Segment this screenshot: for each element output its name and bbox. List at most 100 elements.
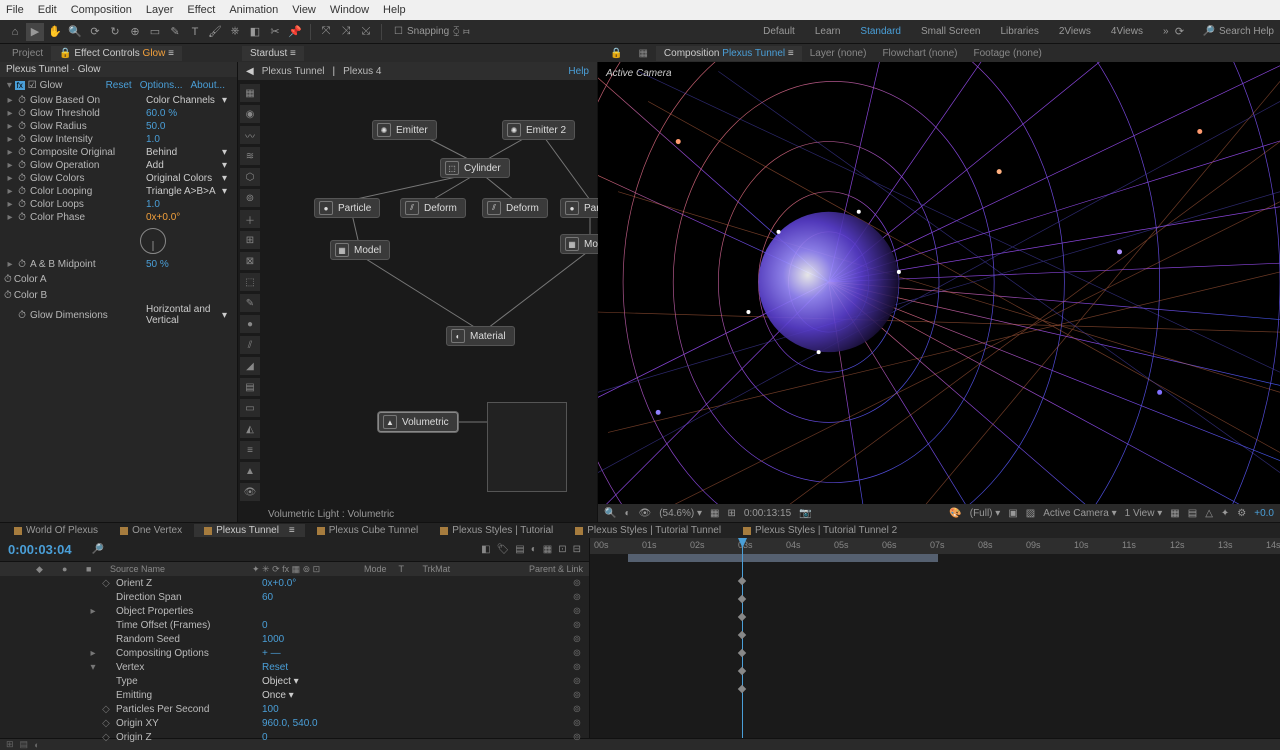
twirl-icon[interactable]: ▸ xyxy=(4,212,16,223)
stopwatch-icon[interactable]: ⏱ xyxy=(16,95,28,106)
breadcrumb-root[interactable]: Plexus Tunnel xyxy=(262,66,325,77)
timeline-property-row[interactable]: ◇Origin XY960.0, 540.0⊚ xyxy=(0,716,589,730)
workspace-4views[interactable]: 4Views xyxy=(1111,26,1143,37)
workspace-2views[interactable]: 2Views xyxy=(1059,26,1091,37)
keyframe-icon[interactable] xyxy=(738,613,746,621)
twirl-icon[interactable]: ▸ xyxy=(4,160,16,171)
stopwatch-icon[interactable]: ⏱ xyxy=(4,290,12,301)
text-tool-icon[interactable]: T xyxy=(186,23,204,41)
timeline-property-row[interactable]: Random Seed1000⊚ xyxy=(0,632,589,646)
tl-tool-icon[interactable]: ⊟ xyxy=(573,544,581,555)
keyframe-icon[interactable] xyxy=(738,577,746,585)
timeline-property-row[interactable]: EmittingOnce ▾⊚ xyxy=(0,688,589,702)
stopwatch-icon[interactable]: ⏱ xyxy=(4,274,12,285)
tl-tool-icon[interactable]: ▦ xyxy=(543,544,552,555)
col-trkmat[interactable]: TrkMat xyxy=(423,564,451,574)
puppet-tool-icon[interactable]: 📌 xyxy=(286,23,304,41)
rect-tool-icon[interactable]: ▭ xyxy=(146,23,164,41)
time-ruler[interactable]: 00s01s02s03s04s05s06s07s08s09s10s11s12s1… xyxy=(590,538,1280,554)
panel-tool-icon[interactable]: ⊞ xyxy=(240,231,260,249)
parent-pickwhip-icon[interactable]: ⊚ xyxy=(571,648,583,659)
panel-tool-icon[interactable]: ◭ xyxy=(240,420,260,438)
parent-pickwhip-icon[interactable]: ⊚ xyxy=(571,662,583,673)
workspace-standard[interactable]: Standard xyxy=(860,26,901,37)
col-source-name[interactable]: Source Name xyxy=(110,564,240,574)
twirl-icon[interactable]: ▸ xyxy=(4,173,16,184)
work-area-bar[interactable] xyxy=(628,554,938,562)
panel-tool-icon[interactable]: ▤ xyxy=(240,378,260,396)
prop-value[interactable]: 1.0 xyxy=(146,199,233,210)
zoom-tool-icon[interactable]: 🔍 xyxy=(66,23,84,41)
timeline-tab[interactable]: Plexus Styles | Tutorial Tunnel xyxy=(565,524,731,537)
twirl-icon[interactable]: ▸ xyxy=(4,134,16,145)
parent-pickwhip-icon[interactable]: ⊚ xyxy=(571,592,583,603)
stopwatch-icon[interactable]: ⏱ xyxy=(16,310,28,321)
phase-dial-icon[interactable] xyxy=(140,228,166,254)
tl-tool-icon[interactable]: ◧ xyxy=(481,544,490,555)
prop-value[interactable]: 50 % xyxy=(146,259,233,270)
twirl-icon[interactable]: ▸ xyxy=(4,147,16,158)
timeline-property-row[interactable]: Time Offset (Frames)0⊚ xyxy=(0,618,589,632)
panel-menu-icon[interactable]: ≡ xyxy=(788,48,794,59)
dropdown[interactable]: Original Colors▾ xyxy=(146,173,233,184)
twirl-icon[interactable]: ▸ xyxy=(86,606,100,617)
dropdown[interactable]: Behind▾ xyxy=(146,147,233,158)
effect-enable-checkbox[interactable]: ☑ xyxy=(27,80,38,91)
stopwatch-icon[interactable]: ⏱ xyxy=(16,186,28,197)
stopwatch-icon[interactable]: ⏱ xyxy=(16,160,28,171)
tab-effect-controls[interactable]: 🔒 Effect Controls Glow ≡ xyxy=(51,46,182,61)
prop-value[interactable]: 1.0 xyxy=(146,134,233,145)
tab-stardust[interactable]: Stardust ≡ xyxy=(242,46,304,61)
timeline-property-row[interactable]: ▾VertexReset⊚ xyxy=(0,660,589,674)
view-opt-icon[interactable]: ✦ xyxy=(1221,508,1229,519)
panel-tool-icon[interactable]: ● xyxy=(240,315,260,333)
parent-pickwhip-icon[interactable]: ⊚ xyxy=(571,704,583,715)
panel-tool-icon[interactable]: ≡ xyxy=(240,441,260,459)
snapshot-icon[interactable]: 📷 xyxy=(799,508,811,519)
dropdown[interactable]: Triangle A>B>A▾ xyxy=(146,186,233,197)
keyframe-icon[interactable] xyxy=(738,649,746,657)
keyframe-nav-icon[interactable]: ◇ xyxy=(100,578,112,589)
prop-dropdown[interactable]: Object ▾ xyxy=(262,676,352,687)
prop-value[interactable]: 100 xyxy=(262,704,352,715)
region-icon[interactable]: ▣ xyxy=(1008,508,1017,519)
dropdown[interactable]: Add▾ xyxy=(146,160,233,171)
prop-value[interactable]: 0 xyxy=(262,732,352,743)
color-mgmt-icon[interactable]: 🎨 xyxy=(949,508,961,519)
exposure-value[interactable]: +0.0 xyxy=(1254,508,1274,519)
link-options[interactable]: Options... xyxy=(140,80,183,91)
tl-tool-icon[interactable]: ▤ xyxy=(515,544,524,555)
parent-pickwhip-icon[interactable]: ⊚ xyxy=(571,690,583,701)
panel-tool-icon[interactable]: ⊠ xyxy=(240,252,260,270)
timeline-property-row[interactable]: ◇Particles Per Second100⊚ xyxy=(0,702,589,716)
axis-local-icon[interactable]: ⤧ xyxy=(317,23,335,41)
node-material[interactable]: ◐Material xyxy=(446,326,515,346)
prop-value[interactable]: 0 xyxy=(262,620,352,631)
axis-world-icon[interactable]: ⤨ xyxy=(337,23,355,41)
dropdown[interactable]: Color Channels▾ xyxy=(146,95,233,106)
keyframe-nav-icon[interactable]: ◇ xyxy=(100,718,112,729)
composition-viewer[interactable]: Active Camera xyxy=(598,62,1280,522)
tl-tool-icon[interactable]: ◐ xyxy=(531,544,537,555)
panel-tool-icon[interactable]: 👁 xyxy=(240,483,260,501)
tab-layer[interactable]: Layer (none) xyxy=(802,46,875,61)
menu-layer[interactable]: Layer xyxy=(146,4,174,16)
search-help[interactable]: 🔎 Search Help xyxy=(1203,26,1274,37)
camera-dropdown[interactable]: Active Camera ▾ xyxy=(1043,508,1116,519)
eraser-tool-icon[interactable]: ◧ xyxy=(246,23,264,41)
search-icon[interactable]: 🔎 xyxy=(92,544,104,555)
timeline-property-row[interactable]: TypeObject ▾⊚ xyxy=(0,674,589,688)
timeline-tab[interactable]: Plexus Tunnel≡ xyxy=(194,524,305,537)
keyframe-nav-icon[interactable]: ◇ xyxy=(100,732,112,743)
prop-value[interactable]: Reset xyxy=(262,662,352,673)
prop-value[interactable]: + — xyxy=(262,648,352,659)
twirl-icon[interactable]: ▸ xyxy=(4,108,16,119)
panel-tool-icon[interactable]: ⬚ xyxy=(240,273,260,291)
timeline-tab[interactable]: Plexus Styles | Tutorial Tunnel 2 xyxy=(733,524,907,537)
view-opt-icon[interactable]: △ xyxy=(1205,508,1213,519)
timeline-property-row[interactable]: Direction Span60⊚ xyxy=(0,590,589,604)
prop-value[interactable]: 60.0 % xyxy=(146,108,233,119)
twirl-icon[interactable]: ▸ xyxy=(4,199,16,210)
res-toggle-icon[interactable]: ▦ xyxy=(710,508,719,519)
parent-pickwhip-icon[interactable]: ⊚ xyxy=(571,732,583,743)
